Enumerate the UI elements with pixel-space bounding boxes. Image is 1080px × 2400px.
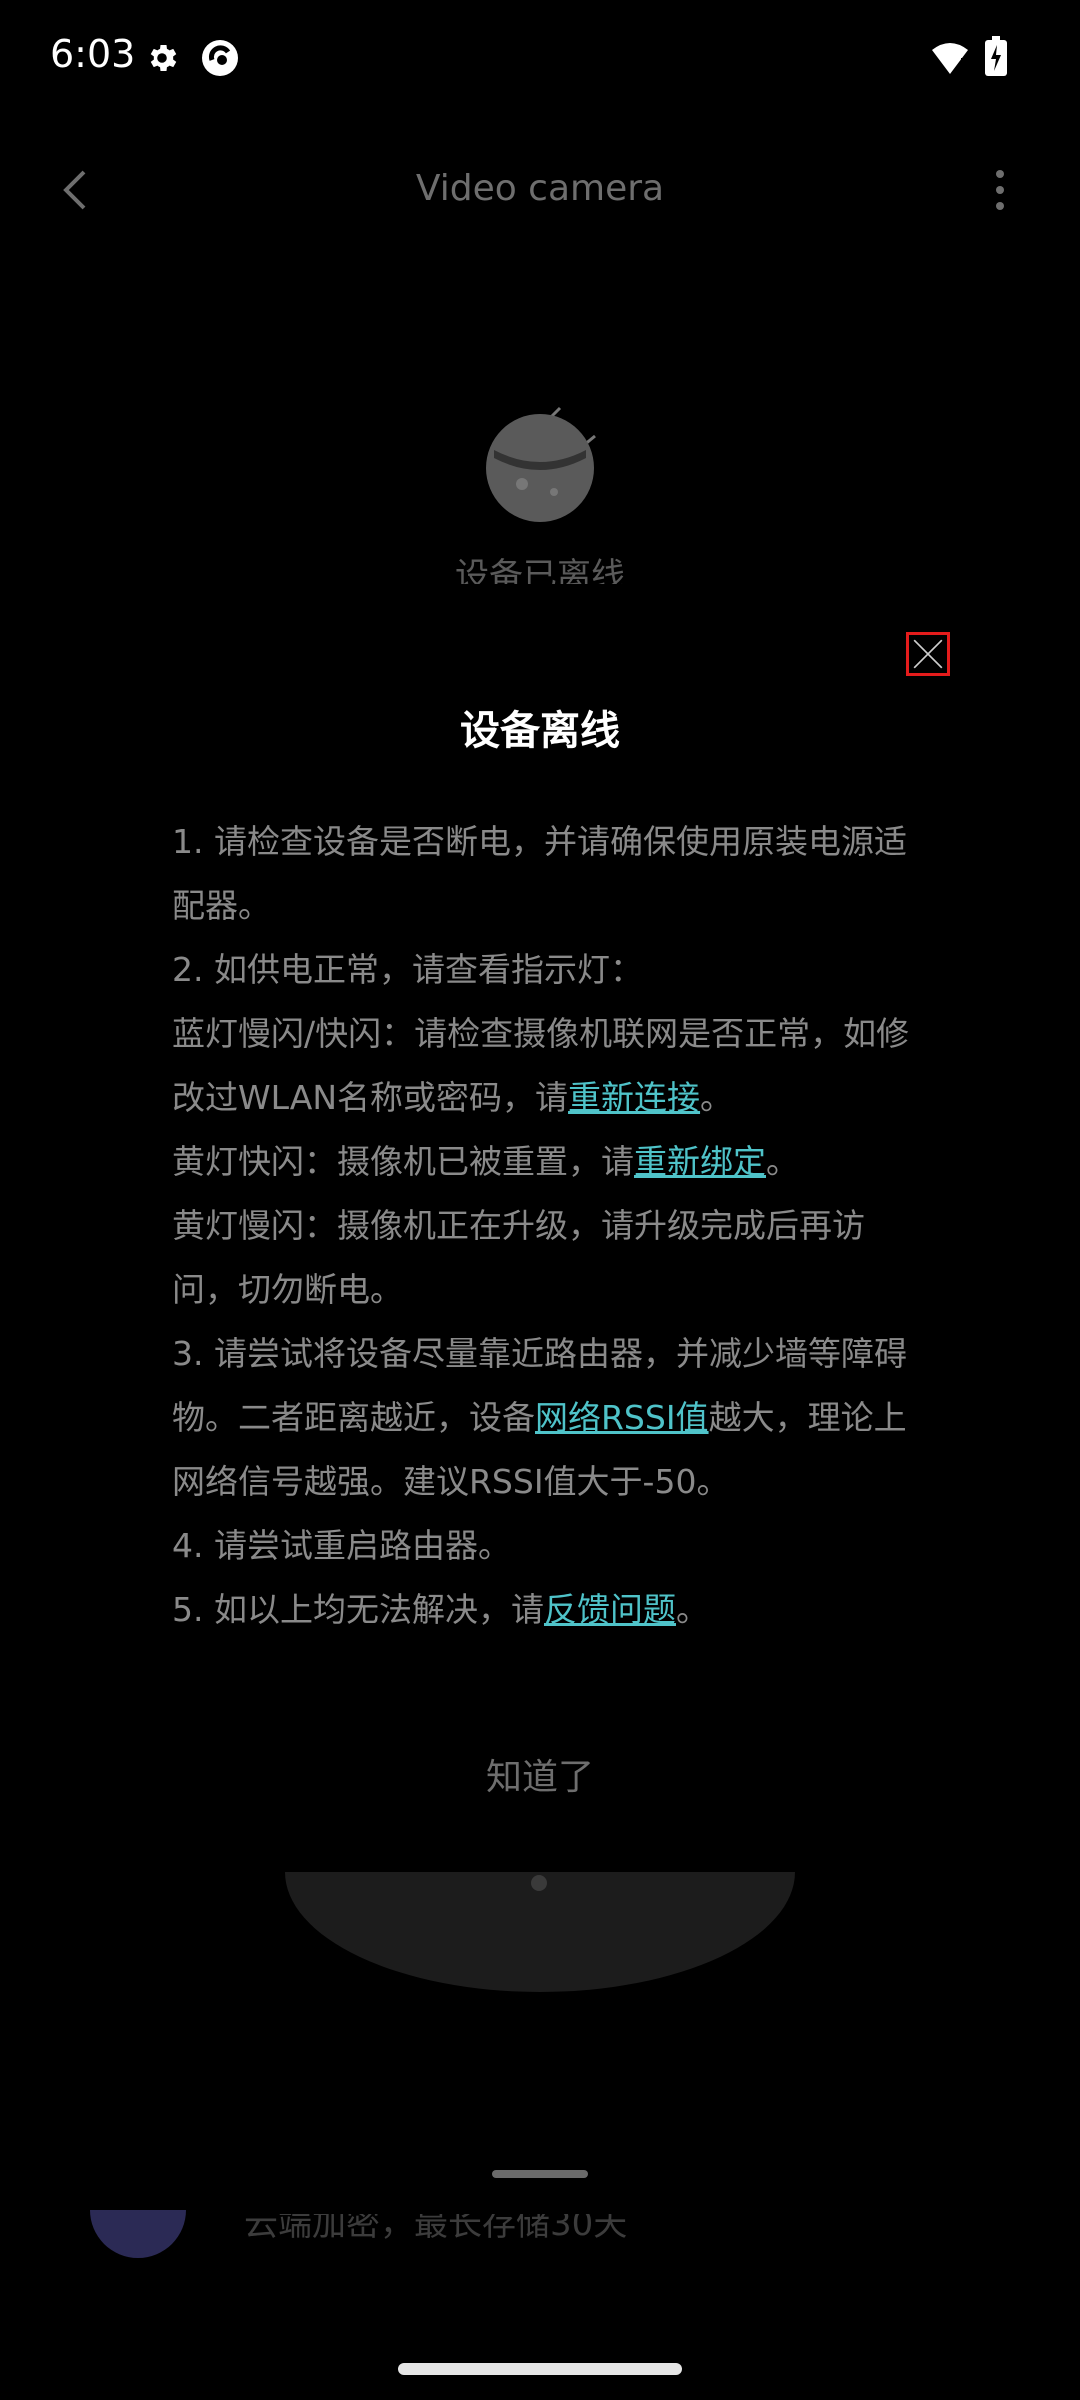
wifi-icon (932, 43, 968, 74)
feedback-link[interactable]: 反馈问题 (544, 1590, 676, 1629)
dialog-line: 黄灯慢闪：摄像机正在升级，请升级完成后再访问，切勿断电。 (172, 1206, 865, 1309)
close-icon[interactable] (906, 632, 950, 676)
reconnect-link[interactable]: 重新连接 (568, 1078, 700, 1117)
dialog-line: 4. 请尝试重启路由器。 (172, 1526, 511, 1565)
dialog-line: 5. 如以上均无法解决，请反馈问题。 (172, 1590, 709, 1629)
rebind-link[interactable]: 重新绑定 (634, 1142, 766, 1181)
dome-center-dot (531, 1875, 547, 1891)
cloud-storage-text: 云端加密，最长存储30天 (244, 2214, 628, 2244)
app-icon (202, 40, 238, 76)
rssi-link[interactable]: 网络RSSI值 (535, 1398, 709, 1437)
status-bar: 6:03 (0, 0, 1080, 120)
page-title: Video camera (415, 168, 665, 209)
dialog-title: 设备离线 (460, 708, 620, 754)
offline-planet-icon (486, 406, 596, 522)
battery-icon (985, 36, 1007, 76)
dialog-line: 2. 如供电正常，请查看指示灯： (172, 950, 643, 989)
dialog-line: 3. 请尝试将设备尽量靠近路由器，并减少墙等障碍物。二者距离越近，设备网络RSS… (172, 1334, 907, 1501)
screen: 6:03 Video camera 设备已离线 设备离线 1. 请检查设备是否断… (0, 0, 1080, 2400)
offline-status-text: 设备已离线 (455, 556, 625, 584)
gear-icon (150, 44, 177, 72)
cloud-service-icon (90, 2210, 186, 2258)
dialog-line: 蓝灯慢闪/快闪：请检查摄像机联网是否正常，如修改过WLAN名称或密码，请重新连接… (172, 1014, 910, 1117)
sheet-drag-handle[interactable] (492, 2170, 588, 2178)
app-bar: Video camera (0, 130, 1080, 250)
dialog-line: 黄灯快闪：摄像机已被重置，请重新绑定。 (172, 1142, 799, 1181)
more-vert-icon[interactable] (985, 160, 1015, 220)
dialog-body: 1. 请检查设备是否断电，并请确保使用原装电源适配器。 2. 如供电正常，请查看… (172, 810, 917, 1642)
status-time: 6:03 (50, 32, 136, 76)
dialog-line: 1. 请检查设备是否断电，并请确保使用原装电源适配器。 (172, 822, 907, 925)
gesture-nav-bar[interactable] (398, 2363, 682, 2375)
confirm-button[interactable]: 知道了 (0, 1748, 1080, 1800)
